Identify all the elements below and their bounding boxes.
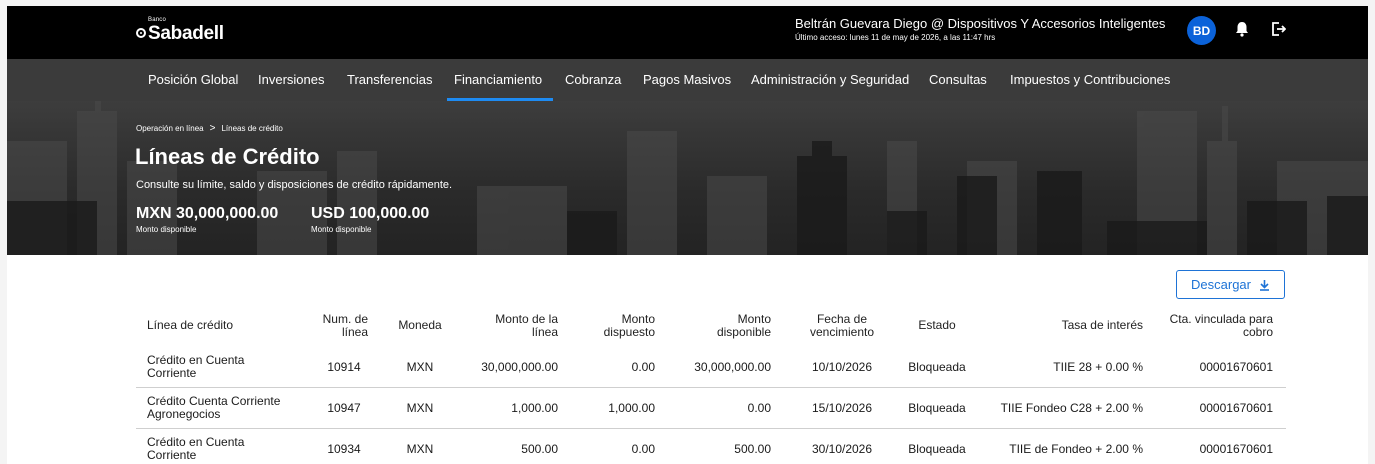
amount-usd-label: Monto disponible xyxy=(311,225,372,234)
row-divider xyxy=(136,428,1286,429)
hero-banner: Operación en línea > Líneas de crédito Lín… xyxy=(7,101,1368,255)
th-estado: Estado xyxy=(918,318,956,332)
cell-monto-disponible: 30,000,000.00 xyxy=(694,360,771,374)
nav-financiamiento[interactable]: Financiamiento xyxy=(454,72,542,87)
app-frame: Banco Sabadell Beltrán Guevara Diego @ D… xyxy=(7,6,1368,464)
cell-monto-linea: 1,000.00 xyxy=(511,401,558,415)
th-tasa-interes: Tasa de interés xyxy=(1061,318,1143,332)
th-cta-vinculada: Cta. vinculada para cobro xyxy=(1169,312,1273,339)
download-label: Descargar xyxy=(1191,277,1251,292)
cell-fecha-vencimiento: 30/10/2026 xyxy=(811,442,873,456)
cell-cta-vinculada: 00001670601 xyxy=(1199,442,1273,456)
cell-monto-linea: 500.00 xyxy=(521,442,558,456)
logout-icon[interactable] xyxy=(1270,21,1286,37)
breadcrumb-item-operacion[interactable]: Operación en línea xyxy=(136,124,204,133)
cell-moneda: MXN xyxy=(406,360,434,374)
cell-estado: Bloqueada xyxy=(908,360,966,374)
nav-consultas[interactable]: Consultas xyxy=(929,72,987,87)
page-title: Líneas de Crédito xyxy=(135,144,320,169)
cell-fecha-vencimiento: 10/10/2026 xyxy=(811,360,873,374)
cell-fecha-vencimiento: 15/10/2026 xyxy=(811,401,873,415)
cell-monto-dispuesto: 0.00 xyxy=(631,442,655,456)
th-monto-linea: Monto de la línea xyxy=(495,312,558,339)
cell-cta-vinculada: 00001670601 xyxy=(1199,360,1273,374)
cell-linea-credito: Crédito en Cuenta Corriente xyxy=(147,353,245,380)
nav-impuestos-contribuciones[interactable]: Impuestos y Contribuciones xyxy=(1010,72,1170,87)
cell-estado: Bloqueada xyxy=(908,401,966,415)
top-bar: Banco Sabadell Beltrán Guevara Diego @ D… xyxy=(7,6,1368,59)
download-button[interactable]: Descargar xyxy=(1176,270,1285,299)
amount-mxn: MXN 30,000,000.00 xyxy=(136,205,279,222)
logo-name: Sabadell xyxy=(148,23,224,44)
cell-tasa-interes: TIIE Fondeo C28 + 2.00 % xyxy=(1000,401,1143,415)
nav-posicion-global[interactable]: Posición Global xyxy=(148,72,238,87)
breadcrumb: Operación en línea > Líneas de crédito xyxy=(136,123,283,134)
cell-estado: Bloqueada xyxy=(908,442,966,456)
cell-monto-dispuesto: 1,000.00 xyxy=(608,401,655,415)
cell-tasa-interes: TIIE de Fondeo + 2.00 % xyxy=(1009,442,1143,456)
last-access: Último acceso: lunes 11 de may de 2026, … xyxy=(795,33,996,42)
th-moneda: Moneda xyxy=(398,318,442,332)
amount-usd: USD 100,000.00 xyxy=(311,205,430,222)
breadcrumb-separator: > xyxy=(209,123,216,134)
nav-cobranza[interactable]: Cobranza xyxy=(565,72,621,87)
cell-monto-dispuesto: 0.00 xyxy=(631,360,655,374)
amount-mxn-label: Monto disponible xyxy=(136,225,197,234)
user-name: Beltrán Guevara Diego @ Dispositivos Y A… xyxy=(795,16,1166,31)
cell-monto-disponible: 0.00 xyxy=(747,401,771,415)
nav-transferencias[interactable]: Transferencias xyxy=(347,72,433,87)
cell-linea-credito: Crédito en Cuenta Corriente xyxy=(147,435,245,462)
th-monto-disponible: Monto disponible xyxy=(716,312,771,339)
cell-linea-credito: Crédito Cuenta Corriente Agronegocios xyxy=(147,394,281,421)
cell-monto-disponible: 500.00 xyxy=(734,442,771,456)
main-nav: Posición Global Inversiones Transferenci… xyxy=(7,59,1368,101)
nav-inversiones[interactable]: Inversiones xyxy=(258,72,324,87)
avatar[interactable]: BD xyxy=(1187,16,1216,45)
bell-icon[interactable] xyxy=(1235,21,1249,37)
cell-monto-linea: 30,000,000.00 xyxy=(481,360,558,374)
row-divider xyxy=(136,387,1286,388)
th-num-linea: Num. de línea xyxy=(322,312,368,339)
breadcrumb-item-lineas: Líneas de crédito xyxy=(221,124,283,133)
th-monto-dispuesto: Monto dispuesto xyxy=(603,312,655,339)
cell-tasa-interes: TIIE 28 + 0.00 % xyxy=(1053,360,1143,374)
cell-cta-vinculada: 00001670601 xyxy=(1199,401,1273,415)
download-icon xyxy=(1259,279,1269,291)
th-fecha-vencimiento: Fecha de vencimiento xyxy=(809,312,875,339)
cell-moneda: MXN xyxy=(406,442,434,456)
cell-num-linea: 10947 xyxy=(327,401,361,415)
cell-num-linea: 10934 xyxy=(327,442,361,456)
th-linea-credito: Línea de crédito xyxy=(147,318,234,332)
logo-mark-icon xyxy=(136,28,146,38)
cell-moneda: MXN xyxy=(406,401,434,415)
cell-num-linea: 10914 xyxy=(327,360,361,374)
nav-administracion-seguridad[interactable]: Administración y Seguridad xyxy=(751,72,909,87)
nav-pagos-masivos[interactable]: Pagos Masivos xyxy=(643,72,731,87)
page-subtitle: Consulte su límite, saldo y disposicione… xyxy=(136,179,453,191)
